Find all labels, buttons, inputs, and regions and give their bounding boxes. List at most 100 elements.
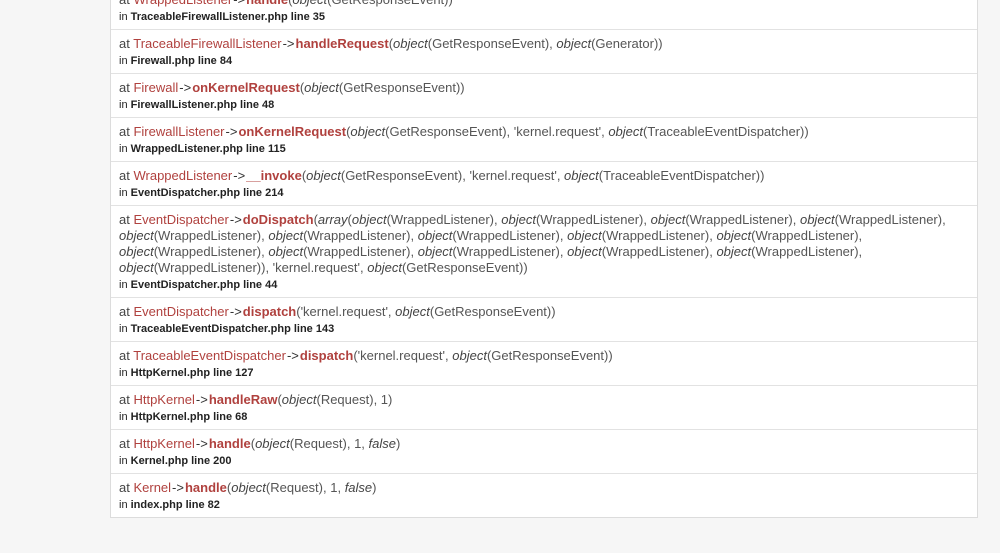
at-label: at [119,212,130,227]
arrow-operator: -> [229,212,242,227]
argument-type: object [799,212,835,227]
file-path: TraceableEventDispatcher.php line 143 [130,323,335,335]
argument-text: ) [396,436,401,451]
trace-row: at Kernel->handle(object(Request), 1, fa… [111,474,977,517]
argument-text: (GetResponseEvent)) [429,304,556,319]
in-label: in [119,411,128,423]
argument-text: ('kernel.request', [296,304,396,319]
argument-type: object [351,212,387,227]
argument-text: (WrappedListener), [751,228,863,243]
trace-call: at HttpKernel->handle(object(Request), 1… [119,436,969,452]
argument-text: (WrappedListener), [601,228,717,243]
class-name: WrappedListener [133,0,232,7]
argument-type: object [255,436,290,451]
at-label: at [119,80,130,95]
arrow-operator: -> [233,168,246,183]
at-label: at [119,36,130,51]
argument-text: (GetResponseEvent), 'kernel.request', [340,168,565,183]
trace-call: at EventDispatcher->doDispatch(array(obj… [119,212,969,276]
argument-text: (TraceableEventDispatcher)) [598,168,765,183]
function-name: dispatch [299,348,354,363]
in-label: in [119,11,128,23]
argument-text: (GetResponseEvent)) [338,80,465,95]
function-name: handleRequest [295,36,389,51]
argument-text: (GetResponseEvent), 'kernel.request', [385,124,609,139]
class-name: WrappedListener [133,168,233,183]
file-path: Firewall.php line 84 [130,55,233,67]
file-location: in EventDispatcher.php line 44 [119,278,969,292]
file-location: in HttpKernel.php line 68 [119,410,969,424]
function-name: handleRaw [208,392,278,407]
argument-type: object [119,244,154,259]
argument-text: (WrappedListener), [751,244,863,259]
function-name: handle [246,0,288,7]
in-label: in [119,55,128,67]
argument-type: object [567,244,602,259]
in-label: in [119,279,128,291]
argument-type: array [317,212,348,227]
at-label: at [119,124,130,139]
argument-type: object [367,260,402,275]
trace-row: at FirewallListener->onKernelRequest(obj… [111,118,977,162]
at-label: at [119,436,130,451]
file-path: TraceableFirewallListener.php line 35 [130,11,326,23]
in-label: in [119,499,128,511]
trace-row: at HttpKernel->handle(object(Request), 1… [111,430,977,474]
file-location: in index.php line 82 [119,498,969,512]
file-path: HttpKernel.php line 68 [130,411,248,423]
class-name: HttpKernel [133,436,195,451]
argument-type: object [306,168,341,183]
in-label: in [119,99,128,111]
argument-type: object [119,228,154,243]
class-name: Kernel [133,480,172,495]
trace-row: at TraceableFirewallListener->handleRequ… [111,30,977,74]
argument-text: (WrappedListener), [303,228,418,243]
at-label: at [119,480,130,495]
argument-text: (WrappedListener), [685,212,800,227]
class-name: TraceableEventDispatcher [133,348,286,363]
file-location: in FirewallListener.php line 48 [119,98,969,112]
argument-text: ) [372,480,377,495]
trace-call: at WrappedListener->__invoke(object(GetR… [119,168,969,184]
file-path: EventDispatcher.php line 214 [130,187,284,199]
file-path: WrappedListener.php line 115 [130,143,286,155]
trace-row: at HttpKernel->handleRaw(object(Request)… [111,386,977,430]
function-name: onKernelRequest [192,80,300,95]
trace-row: at EventDispatcher->doDispatch(array(obj… [111,206,977,298]
function-name: __invoke [246,168,302,183]
argument-text: (Request), 1, [289,436,369,451]
argument-type: object [567,228,602,243]
argument-type: object [268,228,304,243]
in-label: in [119,323,128,335]
argument-type: object [417,244,453,259]
argument-type: object [417,228,453,243]
argument-type: object [393,36,428,51]
class-name: HttpKernel [133,392,195,407]
argument-text: (WrappedListener), [386,212,502,227]
trace-row: at EventDispatcher->dispatch('kernel.req… [111,298,977,342]
arrow-operator: -> [233,0,245,7]
trace-call: at TraceableEventDispatcher->dispatch('k… [119,348,969,364]
argument-type: object [395,304,430,319]
argument-type: object [119,260,154,275]
argument-text: (WrappedListener), [303,244,418,259]
file-path: HttpKernel.php line 127 [130,367,254,379]
class-name: TraceableFirewallListener [133,36,282,51]
trace-call: at Kernel->handle(object(Request), 1, fa… [119,480,969,496]
arrow-operator: -> [195,436,208,451]
class-name: FirewallListener [133,124,225,139]
trace-call: at WrappedListener->handle(object(GetRes… [119,0,969,8]
file-path: FirewallListener.php line 48 [130,99,275,111]
function-name: handle [184,480,227,495]
argument-text: (Generator)) [591,36,663,51]
argument-type: object [650,212,686,227]
file-location: in Firewall.php line 84 [119,54,969,68]
at-label: at [119,0,130,7]
argument-text: (TraceableEventDispatcher)) [643,124,809,139]
class-name: EventDispatcher [133,212,229,227]
stack-trace-panel: at WrappedListener->handle(object(GetRes… [110,0,978,518]
function-name: doDispatch [242,212,314,227]
argument-type: object [268,244,304,259]
trace-call: at EventDispatcher->dispatch('kernel.req… [119,304,969,320]
arrow-operator: -> [225,124,238,139]
